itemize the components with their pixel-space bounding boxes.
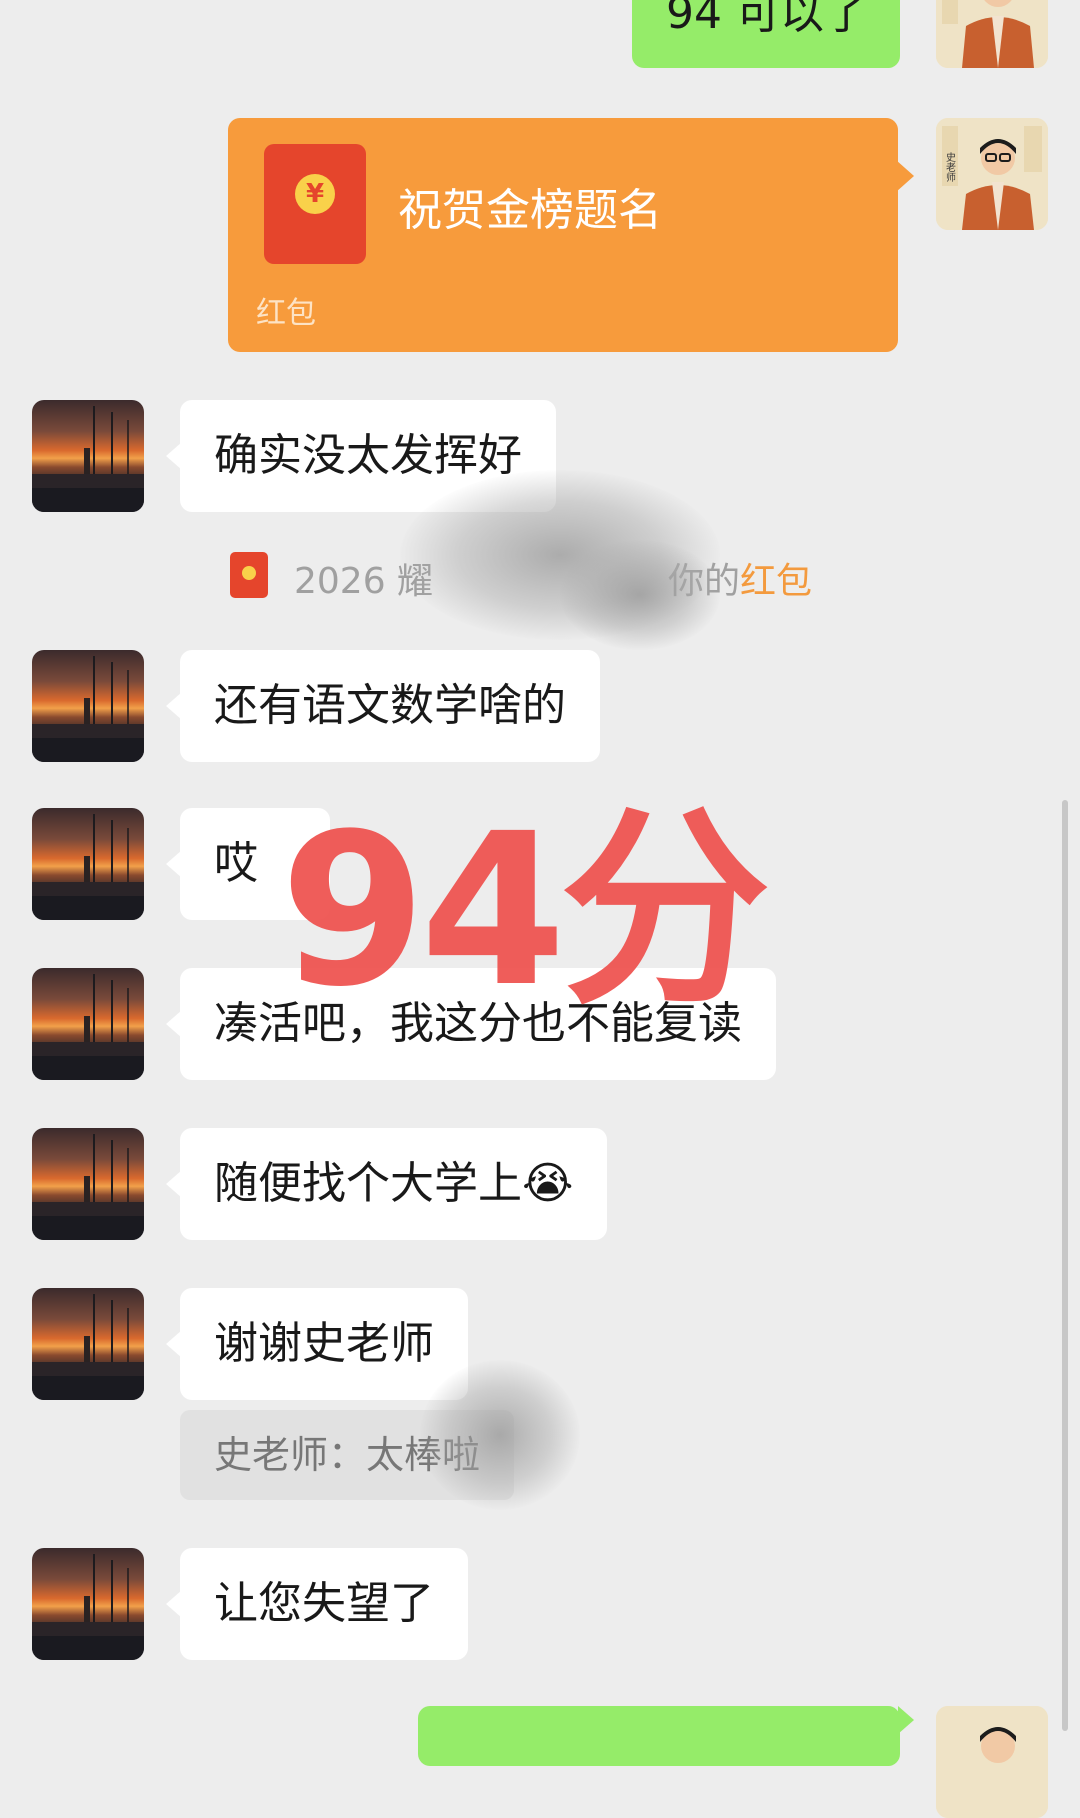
teacher-avatar[interactable]	[936, 0, 1048, 68]
crying-face-emoji-icon: 😭	[522, 1158, 574, 1209]
sunset-harbor-avatar-icon	[32, 406, 144, 512]
student-avatar[interactable]	[32, 1128, 144, 1240]
red-envelope-small-icon	[230, 552, 268, 598]
incoming-message-bubble[interactable]: 随便找个大学上😭	[165, 1128, 608, 1240]
teacher-avatar[interactable]: 史老师	[936, 118, 1048, 230]
outgoing-message-bubble[interactable]	[418, 1706, 914, 1766]
message-text: 94 可以了	[666, 0, 868, 39]
message-text: 确实没太发挥好	[214, 430, 522, 481]
censor-smudge	[560, 540, 720, 650]
message-text: 哎	[214, 838, 258, 889]
red-envelope-label: 红包	[256, 296, 316, 331]
teacher-portrait-icon: 史老师	[936, 118, 1048, 230]
overlay-score-text: 94分	[280, 788, 770, 1033]
sunset-harbor-avatar-icon	[32, 814, 144, 920]
student-avatar[interactable]	[32, 400, 144, 512]
incoming-message-bubble[interactable]: 谢谢史老师	[166, 1288, 468, 1400]
message-text: 还有语文数学啥的	[214, 680, 566, 731]
student-avatar[interactable]	[32, 808, 144, 920]
incoming-message-bubble[interactable]: 让您失望了	[166, 1548, 468, 1660]
student-avatar[interactable]	[32, 1288, 144, 1400]
teacher-portrait-icon	[936, 1706, 1048, 1818]
message-text: 随便找个大学上	[214, 1158, 522, 1209]
red-envelope-icon: ¥	[264, 144, 366, 264]
sunset-harbor-avatar-icon	[32, 974, 144, 1080]
censor-smudge	[420, 1360, 580, 1510]
outgoing-message-bubble[interactable]: 94 可以了	[632, 0, 900, 68]
student-avatar[interactable]	[32, 968, 144, 1080]
teacher-avatar[interactable]	[936, 1706, 1048, 1818]
sunset-harbor-avatar-icon	[32, 1554, 144, 1660]
message-text: 让您失望了	[214, 1578, 434, 1629]
teacher-portrait-icon	[936, 0, 1048, 68]
student-avatar[interactable]	[32, 650, 144, 762]
red-envelope-card[interactable]: ¥ 祝贺金榜题名 红包	[228, 118, 914, 352]
message-text: 谢谢史老师	[214, 1318, 434, 1369]
sunset-harbor-avatar-icon	[32, 656, 144, 762]
red-envelope-title: 祝贺金榜题名	[398, 185, 662, 236]
student-avatar[interactable]	[32, 1548, 144, 1660]
coin-icon	[242, 566, 256, 580]
red-envelope-link[interactable]: 红包	[740, 561, 812, 602]
coin-icon: ¥	[295, 174, 335, 214]
scrollbar[interactable]	[1062, 800, 1068, 1731]
sunset-harbor-avatar-icon	[32, 1294, 144, 1400]
badge-text: 史老师	[944, 152, 956, 183]
sunset-harbor-avatar-icon	[32, 1134, 144, 1240]
